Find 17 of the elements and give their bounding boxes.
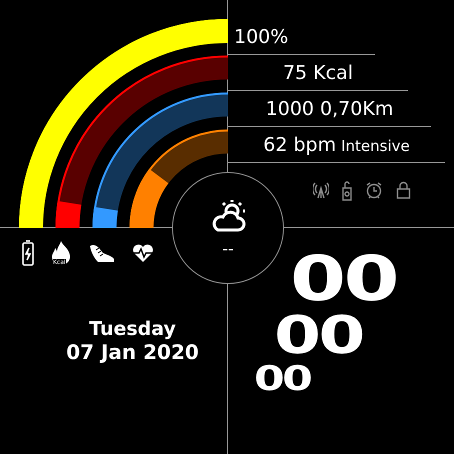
door-hanger-icon: [342, 181, 352, 201]
hours-text: 00: [290, 248, 397, 310]
stat-text: 100%: [234, 26, 288, 48]
battery-icon: [22, 240, 34, 266]
seconds-text: 00: [254, 362, 310, 396]
temperature-text: --: [222, 238, 234, 258]
weekday-text: Tuesday: [89, 318, 176, 340]
heart-rate-icon: [132, 243, 154, 263]
date-text: 07 Jan 2020: [66, 340, 199, 364]
stat-text: 75 Kcal: [282, 62, 354, 84]
minutes-text: 00: [274, 310, 363, 362]
running-shoe-icon: [88, 242, 116, 264]
lock-icon: [396, 181, 411, 199]
stat-text: 62 bpm Intensive: [263, 134, 410, 156]
alarm-clock-icon: [365, 181, 383, 199]
stat-text: 1000 0,70Km: [266, 98, 394, 120]
signal-icon: [313, 181, 329, 199]
